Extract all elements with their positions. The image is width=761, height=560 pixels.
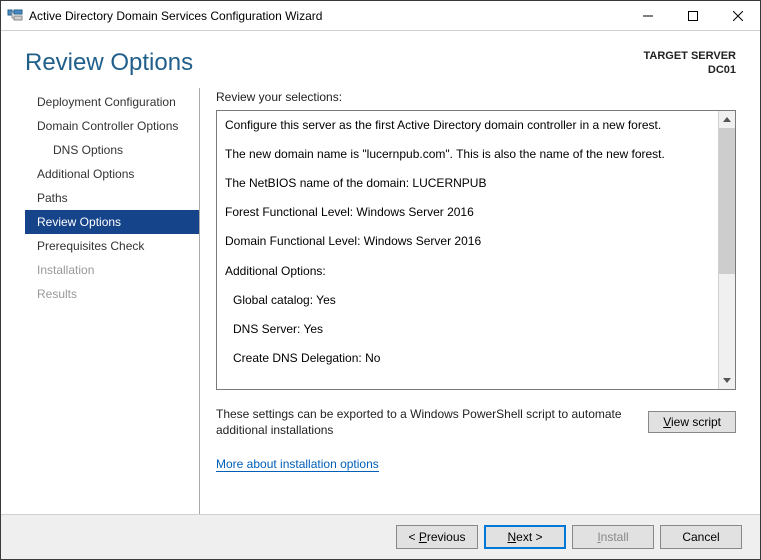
more-about-link[interactable]: More about installation options (216, 457, 379, 472)
cancel-button[interactable]: Cancel (660, 525, 742, 549)
review-text: Configure this server as the first Activ… (217, 111, 718, 389)
review-subline: Create DNS Delegation: No (225, 350, 710, 366)
review-label: Review your selections: (216, 90, 736, 104)
install-button[interactable]: Install (572, 525, 654, 549)
window-title: Active Directory Domain Services Configu… (29, 9, 625, 23)
scroll-down-icon[interactable] (719, 372, 735, 389)
app-icon (7, 8, 23, 24)
wizard-steps-sidebar: Deployment ConfigurationDomain Controlle… (25, 88, 200, 514)
sidebar-item-deployment-configuration[interactable]: Deployment Configuration (25, 90, 199, 114)
scrollbar[interactable] (718, 111, 735, 389)
close-button[interactable] (715, 1, 760, 30)
sidebar-item-dns-options[interactable]: DNS Options (25, 138, 199, 162)
review-subline: DNS Server: Yes (225, 321, 710, 337)
review-line: The NetBIOS name of the domain: LUCERNPU… (225, 175, 710, 191)
maximize-button[interactable] (670, 1, 715, 30)
content-area: Deployment ConfigurationDomain Controlle… (1, 88, 760, 514)
review-line: Additional Options: (225, 263, 710, 279)
scroll-up-icon[interactable] (719, 111, 735, 128)
next-button[interactable]: Next > (484, 525, 566, 549)
header: Review Options TARGET SERVER DC01 (1, 31, 760, 88)
sidebar-item-review-options[interactable]: Review Options (25, 210, 199, 234)
sidebar-item-paths[interactable]: Paths (25, 186, 199, 210)
previous-button[interactable]: < Previous (396, 525, 478, 549)
sidebar-item-installation: Installation (25, 258, 199, 282)
scrollbar-track[interactable] (719, 128, 735, 372)
target-server-block: TARGET SERVER DC01 (644, 49, 737, 78)
window-controls (625, 1, 760, 30)
main-panel: Review your selections: Configure this s… (200, 88, 760, 514)
target-server-label: TARGET SERVER (644, 49, 737, 63)
review-line: Configure this server as the first Activ… (225, 117, 710, 133)
review-selections-box: Configure this server as the first Activ… (216, 110, 736, 390)
review-line: Forest Functional Level: Windows Server … (225, 204, 710, 220)
target-server-name: DC01 (644, 63, 737, 77)
wizard-window: Active Directory Domain Services Configu… (0, 0, 761, 560)
sidebar-item-domain-controller-options[interactable]: Domain Controller Options (25, 114, 199, 138)
sidebar-item-results: Results (25, 282, 199, 306)
export-description: These settings can be exported to a Wind… (216, 406, 636, 440)
view-script-button[interactable]: View script (648, 411, 736, 433)
export-row: These settings can be exported to a Wind… (216, 406, 736, 440)
sidebar-item-additional-options[interactable]: Additional Options (25, 162, 199, 186)
page-title: Review Options (25, 49, 193, 77)
review-line: Domain Functional Level: Windows Server … (225, 233, 710, 249)
review-line: The new domain name is "lucernpub.com". … (225, 146, 710, 162)
sidebar-item-prerequisites-check[interactable]: Prerequisites Check (25, 234, 199, 258)
scrollbar-thumb[interactable] (719, 128, 735, 274)
footer: < Previous Next > Install Cancel (1, 514, 760, 559)
review-subline: Global catalog: Yes (225, 292, 710, 308)
minimize-button[interactable] (625, 1, 670, 30)
titlebar: Active Directory Domain Services Configu… (1, 1, 760, 31)
